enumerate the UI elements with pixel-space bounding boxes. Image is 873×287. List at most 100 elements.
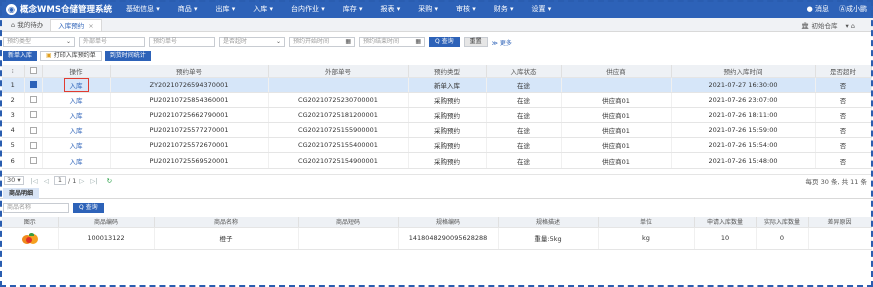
tab-my-todo[interactable]: ⌂ 我的待办 [4, 19, 50, 31]
menu-internal-ops[interactable]: 台内作业 ▾ [291, 4, 325, 14]
pagination-summary: 每页 30 条, 共 11 条 [805, 177, 867, 186]
app-logo[interactable]: ◉ 概念WMS仓储管理系统 [6, 3, 112, 15]
col-header-status[interactable]: 入库状态 [486, 65, 562, 78]
main-menu: 基础信息 ▾ 商品 ▾ 出库 ▾ 入库 ▾ 台内作业 ▾ 库存 ▾ 报表 ▾ 采… [126, 4, 569, 14]
external-no-cell: CG2021072515590000​1 [268, 122, 409, 139]
tab-goods-detail[interactable]: 商品明细 [3, 188, 40, 200]
messages-link[interactable]: ● 消息 [807, 4, 829, 14]
select-placeholder: 预约类型 [7, 38, 32, 45]
refresh-icon[interactable]: ↻ [107, 177, 112, 185]
table-row[interactable]: 1 入库 ZY2021072659437000​1 新单入库 在途 2021-0… [2, 77, 872, 93]
menu-finance[interactable]: 财务 ▾ [494, 4, 514, 14]
menu-outbound[interactable]: 出库 ▾ [215, 4, 235, 14]
page-number-input[interactable]: 1 [53, 176, 66, 186]
status-cell: 在途 [486, 122, 562, 139]
booking-type-select[interactable]: 预约类型 ⌄ [3, 37, 75, 47]
prev-page-icon[interactable]: ◁ [44, 177, 49, 185]
col-header-booking-no[interactable]: 预约单号 [110, 65, 269, 78]
col-header-action[interactable]: 操作 [42, 65, 111, 78]
overdue-cell: 否 [815, 152, 872, 169]
inbound-action-link[interactable]: 入库 [70, 97, 83, 105]
col-header-spec-code[interactable]: 规格编码 [398, 217, 499, 228]
row-checkbox[interactable] [24, 122, 43, 139]
menu-inbound[interactable]: 入库 ▾ [253, 4, 273, 14]
col-header-short-code[interactable]: 商品短码 [298, 217, 399, 228]
user-menu[interactable]: Ⓐ成小鹏 [839, 4, 867, 14]
booking-no-input[interactable]: 预约单号 [149, 37, 215, 47]
inbound-action-link[interactable]: 入库 [70, 112, 83, 120]
col-header-apply-qty[interactable]: 申请入库数量 [694, 217, 757, 228]
row-checkbox[interactable] [24, 107, 43, 124]
col-header-time[interactable]: 预约入库时间 [671, 65, 816, 78]
menu-goods[interactable]: 商品 ▾ [178, 4, 198, 14]
filter-bar: 预约类型 ⌄ 外部单号 预约单号 是否超时 ⌄ 预约开始时间 ▦ 预约结束时间 ▦ Q … [0, 35, 873, 49]
end-time-input[interactable]: 预约结束时间 ▦ [359, 37, 425, 47]
page-size-select[interactable]: 30 ▾ [4, 176, 24, 186]
table-row[interactable]: 6 入库 PU2021072556952000​1 CG202107251549… [2, 152, 872, 169]
create-inbound-button[interactable]: 新单入库 [3, 51, 38, 61]
col-header-goods-code[interactable]: 商品编码 [58, 217, 155, 228]
actual-qty-cell: 0 [756, 227, 809, 250]
warehouse-selector[interactable]: 🏛 初始仓库 ▾ ⌂ [801, 20, 855, 30]
reset-button[interactable]: 重置 [463, 37, 488, 47]
inbound-action-link[interactable]: 入库 [70, 127, 83, 135]
goods-name-input[interactable]: 商品名称 [3, 203, 69, 214]
col-header-type[interactable]: 预约类型 [408, 65, 487, 78]
close-icon[interactable]: × [88, 22, 93, 30]
col-header-goods-name[interactable]: 商品名称 [154, 217, 299, 228]
table-row[interactable]: 100013122 橙子 1418048290095628288 重量:5kg … [2, 227, 872, 250]
tab-label: 我的待办 [17, 21, 44, 29]
menu-inventory[interactable]: 库存 ▾ [343, 4, 363, 14]
query-button[interactable]: Q 查询 [429, 37, 460, 47]
booking-no-cell: PU2021072557727000​1 [110, 122, 269, 139]
row-checkbox[interactable] [24, 152, 43, 169]
row-index: 5 [2, 137, 25, 154]
external-no-cell [268, 77, 409, 93]
status-cell: 在途 [486, 92, 562, 108]
inbound-action-link[interactable]: 入库 [70, 142, 83, 150]
inbound-action-link[interactable]: 入库 [70, 158, 83, 166]
col-header-unit[interactable]: 单位 [598, 217, 695, 228]
column-menu-icon[interactable]: ⁝ [2, 65, 25, 78]
menu-reports[interactable]: 报表 ▾ [380, 4, 400, 14]
table-row[interactable]: 4 入库 PU2021072557727000​1 CG202107251559… [2, 122, 872, 139]
warehouse-icon: 🏛 [801, 22, 812, 30]
tab-inbound-booking[interactable]: 入库预约 × [50, 19, 102, 31]
col-header-supplier[interactable]: 供应商 [561, 65, 672, 78]
row-index: 1 [2, 77, 25, 93]
chevron-down-icon: ▾ ⌂ [845, 22, 855, 30]
booking-no-cell: PU2021072557267000​1 [110, 137, 269, 154]
last-page-icon[interactable]: ▷| [90, 177, 97, 185]
external-no-input[interactable]: 外部单号 [79, 37, 145, 47]
menu-audit[interactable]: 审核 ▾ [456, 4, 476, 14]
time-cell: 2021-07-26 15:59:00 [671, 122, 816, 139]
next-page-icon[interactable]: ▷ [79, 177, 84, 185]
first-page-icon[interactable]: |◁ [31, 177, 38, 185]
col-header-external-no[interactable]: 外部单号 [268, 65, 409, 78]
select-all-checkbox[interactable] [24, 65, 43, 78]
more-filters-link[interactable]: ≫ 更多 [492, 38, 512, 47]
col-header-overdue[interactable]: 是否超时 [815, 65, 872, 78]
col-header-reason[interactable]: 差异原因 [808, 217, 872, 228]
detail-query-button[interactable]: Q 查询 [73, 203, 104, 214]
table-row[interactable]: 2 入库 PU2021072585436000​1 CG202107252307… [2, 92, 872, 108]
short-code-cell [298, 227, 399, 250]
col-header-actual-qty[interactable]: 实际入库数量 [756, 217, 809, 228]
row-checkbox[interactable] [24, 77, 43, 93]
row-checkbox[interactable] [24, 137, 43, 154]
col-header-spec-desc[interactable]: 规格描述 [498, 217, 599, 228]
table-row[interactable]: 5 入库 PU2021072557267000​1 CG202107251554… [2, 137, 872, 154]
overdue-select[interactable]: 是否超时 ⌄ [219, 37, 285, 47]
print-booking-button[interactable]: ▣ 打印入库预约单 [40, 51, 102, 61]
external-no-cell: CG2021072515490000​1 [268, 152, 409, 169]
arrival-stats-button[interactable]: 到货时间统计 [104, 51, 151, 61]
inbound-action-link[interactable]: 入库 [63, 77, 89, 92]
row-checkbox[interactable] [24, 92, 43, 108]
start-time-input[interactable]: 预约开始时间 ▦ [289, 37, 355, 47]
table-row[interactable]: 3 入库 PU2021072566279000​1 CG202107251812… [2, 107, 872, 124]
menu-settings[interactable]: 设置 ▾ [531, 4, 551, 14]
supplier-cell: 供应商01 [561, 107, 672, 124]
col-header-image[interactable]: 图示 [2, 217, 59, 228]
menu-basic-info[interactable]: 基础信息 ▾ [126, 4, 160, 14]
menu-purchase[interactable]: 采购 ▾ [418, 4, 438, 14]
